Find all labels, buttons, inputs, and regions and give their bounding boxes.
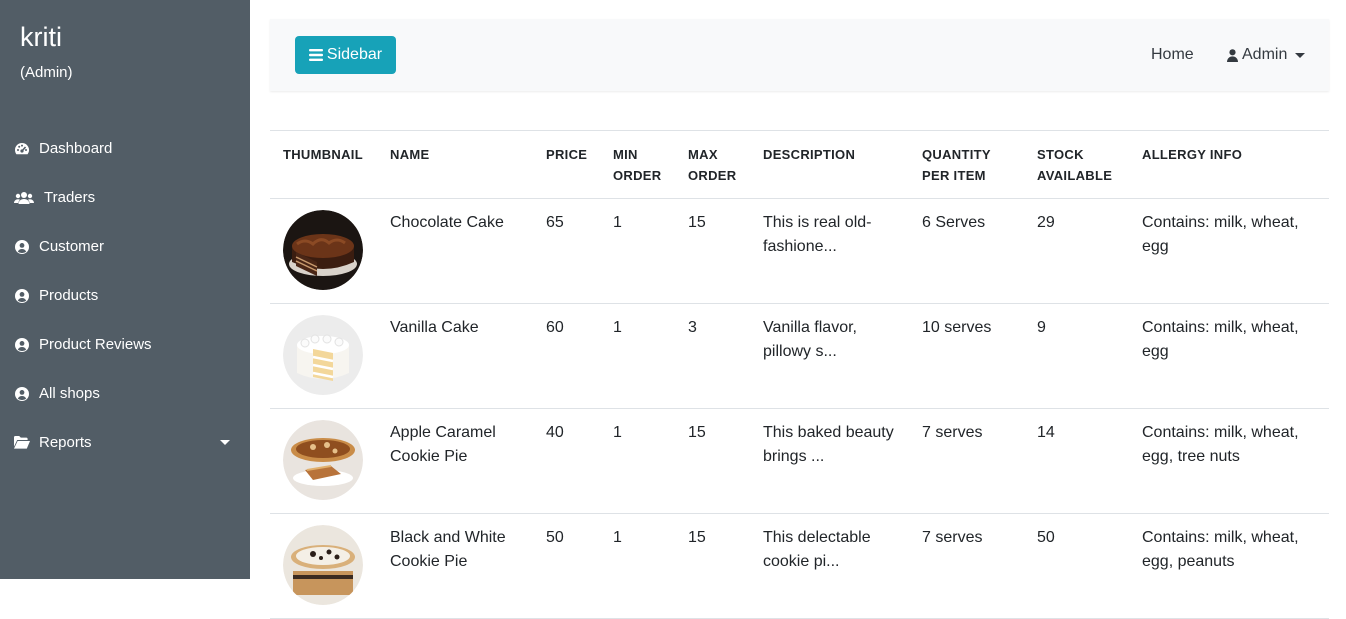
product-thumbnail-chocolate-cake (283, 210, 363, 290)
sidebar-item-label: Reports (39, 434, 92, 451)
user-icon (1227, 48, 1238, 62)
product-allergy-info: Contains: milk, wheat, egg, tree nuts (1129, 408, 1329, 514)
product-name: Black and White Cookie Pie (377, 513, 533, 619)
sidebar-item-label: Traders (44, 189, 96, 206)
caret-down-icon (1295, 52, 1306, 58)
product-price: 40 (533, 408, 600, 514)
product-stock: 14 (1024, 408, 1129, 514)
sidebar-toggle-button[interactable]: Sidebar (295, 36, 396, 74)
caret-down-icon (220, 440, 230, 445)
column-header: NAME (377, 130, 533, 199)
product-thumbnail-apple-caramel-pie (283, 420, 363, 500)
product-description: Vanilla flavor, pillowy s... (750, 303, 909, 409)
admin-label: Admin (1242, 46, 1288, 63)
sidebar-item-products[interactable]: Products (0, 271, 250, 320)
sidebar-item-label: Dashboard (39, 140, 113, 157)
products-table: THUMBNAIL NAME PRICE MIN ORDER MAX ORDER… (270, 130, 1329, 619)
folder-open-icon (14, 435, 30, 451)
product-price: 60 (533, 303, 600, 409)
product-stock: 9 (1024, 303, 1129, 409)
brand-name: kriti (20, 22, 62, 52)
product-stock: 29 (1024, 198, 1129, 304)
product-price: 65 (533, 198, 600, 304)
sidebar: kriti (Admin) Dashboard Traders Customer… (0, 0, 250, 579)
product-name: Vanilla Cake (377, 303, 533, 409)
sidebar-toggle-label: Sidebar (326, 46, 383, 63)
product-max-order: 15 (675, 198, 750, 304)
column-header: THUMBNAIL (270, 130, 377, 199)
product-thumbnail-vanilla-cake (283, 315, 363, 395)
product-thumbnail-black-white-pie (283, 525, 363, 605)
table-row: Black and White Cookie Pie 50 1 15 This … (270, 513, 1329, 619)
table-row: Chocolate Cake 65 1 15 This is real old-… (270, 198, 1329, 304)
product-quantity: 7 serves (909, 408, 1024, 514)
column-header: PRICE (533, 130, 600, 199)
sidebar-item-product-reviews[interactable]: Product Reviews (0, 320, 250, 369)
sidebar-item-dashboard[interactable]: Dashboard (0, 124, 250, 173)
column-header: DESCRIPTION (750, 130, 909, 199)
product-allergy-info: Contains: milk, wheat, egg (1129, 198, 1329, 304)
table-row: Apple Caramel Cookie Pie 40 1 15 This ba… (270, 408, 1329, 514)
product-allergy-info: Contains: milk, wheat, egg, peanuts (1129, 513, 1329, 619)
hamburger-icon (308, 49, 323, 61)
column-header: ALLERGY INFO (1129, 130, 1329, 199)
product-max-order: 15 (675, 408, 750, 514)
users-icon (14, 190, 34, 206)
product-description: This is real old-fashione... (750, 198, 909, 304)
sidebar-item-traders[interactable]: Traders (0, 173, 250, 222)
user-circle-icon (14, 386, 30, 402)
product-price: 50 (533, 513, 600, 619)
sidebar-item-label: Product Reviews (39, 336, 152, 353)
product-name: Chocolate Cake (377, 198, 533, 304)
column-header: MAX ORDER (675, 130, 750, 199)
user-circle-icon (14, 337, 30, 353)
admin-dropdown[interactable]: Admin (1227, 46, 1306, 64)
sidebar-item-label: Products (39, 287, 99, 304)
nav-home-link[interactable]: Home (1151, 46, 1194, 64)
product-min-order: 1 (600, 408, 675, 514)
sidebar-item-reports[interactable]: Reports (0, 418, 250, 467)
sidebar-menu: Dashboard Traders Customer Products Prod… (0, 124, 250, 467)
product-quantity: 10 serves (909, 303, 1024, 409)
product-description: This baked beauty brings ... (750, 408, 909, 514)
sidebar-item-all-shops[interactable]: All shops (0, 369, 250, 418)
product-min-order: 1 (600, 198, 675, 304)
product-quantity: 7 serves (909, 513, 1024, 619)
product-max-order: 3 (675, 303, 750, 409)
product-min-order: 1 (600, 303, 675, 409)
product-description: This delectable cookie pi... (750, 513, 909, 619)
tachometer-icon (14, 141, 30, 157)
table-header-row: THUMBNAIL NAME PRICE MIN ORDER MAX ORDER… (270, 130, 1329, 199)
product-max-order: 15 (675, 513, 750, 619)
product-min-order: 1 (600, 513, 675, 619)
product-name: Apple Caramel Cookie Pie (377, 408, 533, 514)
user-role: (Admin) (20, 64, 73, 81)
table-row: Vanilla Cake 60 1 3 Vanilla flavor, pill… (270, 303, 1329, 409)
product-allergy-info: Contains: milk, wheat, egg (1129, 303, 1329, 409)
top-navbar: Sidebar Home Admin (270, 19, 1329, 91)
column-header: STOCK AVAILABLE (1024, 130, 1129, 199)
sidebar-item-label: Customer (39, 238, 105, 255)
product-quantity: 6 Serves (909, 198, 1024, 304)
sidebar-item-customer[interactable]: Customer (0, 222, 250, 271)
user-circle-icon (14, 288, 30, 304)
sidebar-item-label: All shops (39, 385, 100, 402)
column-header: QUANTITY PER ITEM (909, 130, 1024, 199)
column-header: MIN ORDER (600, 130, 675, 199)
product-stock: 50 (1024, 513, 1129, 619)
user-circle-icon (14, 239, 30, 255)
